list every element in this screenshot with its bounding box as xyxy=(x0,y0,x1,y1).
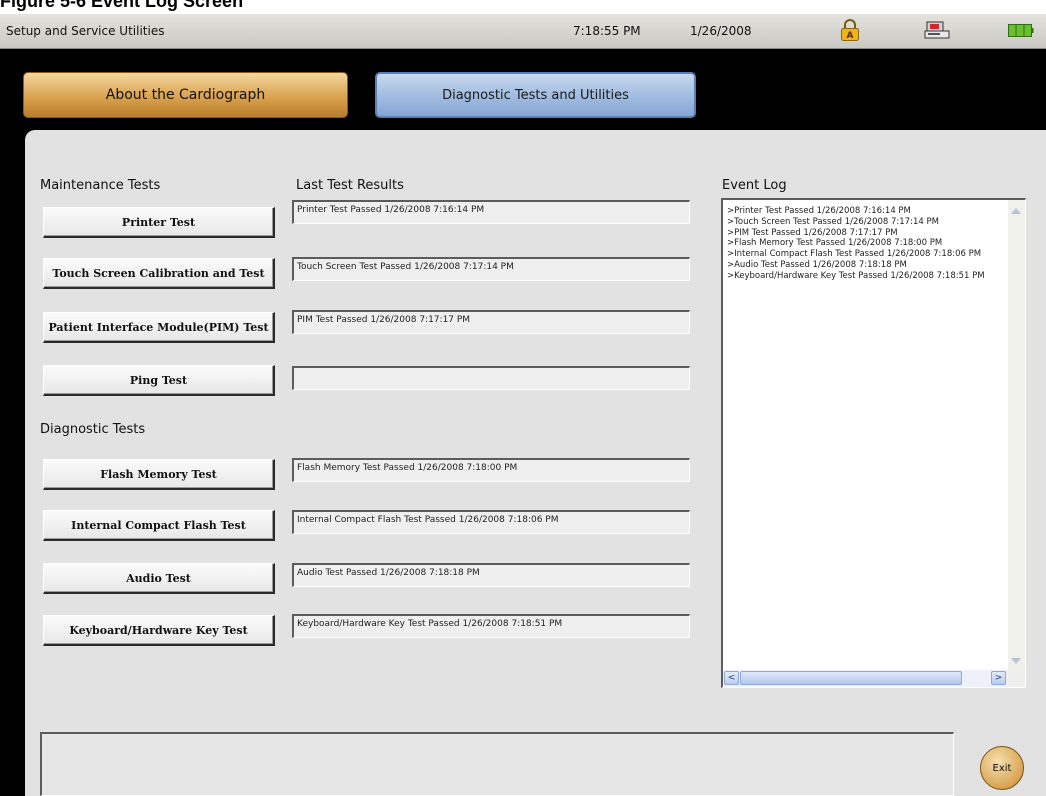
cardiograph-screen: Setup and Service Utilities 7:18:55 PM 1… xyxy=(0,14,1046,796)
audio-test-result: Audio Test Passed 1/26/2008 7:18:18 PM xyxy=(292,563,690,587)
event-log-entry: >Flash Memory Test Passed 1/26/2008 7:18… xyxy=(727,238,943,249)
resize-grip-icon xyxy=(1008,670,1025,687)
pim-test-result: PIM Test Passed 1/26/2008 7:17:17 PM xyxy=(292,310,690,334)
flash-memory-test-button[interactable]: Flash Memory Test xyxy=(43,459,275,490)
scroll-down-arrow-icon[interactable] xyxy=(1011,658,1021,664)
clock-time: 7:18:55 PM xyxy=(573,24,641,38)
internal-compact-flash-test-button[interactable]: Internal Compact Flash Test xyxy=(43,510,275,541)
flash-memory-test-result: Flash Memory Test Passed 1/26/2008 7:18:… xyxy=(292,458,690,482)
ping-test-result xyxy=(292,366,690,390)
lock-icon: A xyxy=(841,19,859,41)
event-log-heading: Event Log xyxy=(722,178,787,193)
ping-test-button[interactable]: Ping Test xyxy=(43,365,275,396)
svg-text:A: A xyxy=(847,31,854,41)
keyboard-hardware-key-test-result: Keyboard/Hardware Key Test Passed 1/26/2… xyxy=(292,614,690,638)
scroll-up-arrow-icon[interactable] xyxy=(1011,208,1021,214)
event-log-entry: >Touch Screen Test Passed 1/26/2008 7:17… xyxy=(727,216,939,227)
diagnostic-tests-heading: Diagnostic Tests xyxy=(40,422,146,437)
status-bar: Setup and Service Utilities 7:18:55 PM 1… xyxy=(0,14,1046,49)
event-log-entry: >Internal Compact Flash Test Passed 1/26… xyxy=(727,249,982,260)
horizontal-scroll-thumb[interactable] xyxy=(740,671,962,685)
diagnostics-panel: Maintenance Tests Last Test Results Even… xyxy=(25,130,1046,796)
event-log-entries: >Printer Test Passed 1/26/2008 7:16:14 P… xyxy=(727,206,1005,282)
figure-caption: Figure 5-6 Event Log Screen xyxy=(0,0,1046,14)
device-icon xyxy=(924,21,950,39)
pim-test-button[interactable]: Patient Interface Module(PIM) Test xyxy=(43,312,275,343)
status-message-box xyxy=(40,732,954,796)
last-test-results-heading: Last Test Results xyxy=(296,178,404,193)
event-log-horizontal-scrollbar[interactable]: < > xyxy=(723,670,1009,687)
touch-screen-test-result: Touch Screen Test Passed 1/26/2008 7:17:… xyxy=(292,257,690,281)
scroll-left-arrow-icon[interactable]: < xyxy=(724,671,739,685)
event-log-list[interactable]: >Printer Test Passed 1/26/2008 7:16:14 P… xyxy=(721,198,1026,688)
event-log-entry: >PIM Test Passed 1/26/2008 7:17:17 PM xyxy=(727,227,898,238)
event-log-entry: >Printer Test Passed 1/26/2008 7:16:14 P… xyxy=(727,206,911,216)
tab-about-cardiograph[interactable]: About the Cardiograph xyxy=(23,72,348,118)
event-log-entry: >Keyboard/Hardware Key Test Passed 1/26/… xyxy=(727,270,985,281)
internal-compact-flash-test-result: Internal Compact Flash Test Passed 1/26/… xyxy=(292,510,690,534)
figure-caption-text: Figure 5-6 Event Log Screen xyxy=(0,0,244,11)
clock-date: 1/26/2008 xyxy=(690,24,752,38)
audio-test-button[interactable]: Audio Test xyxy=(43,563,275,594)
screen-title: Setup and Service Utilities xyxy=(6,24,165,38)
tab-diagnostic-tests-utilities[interactable]: Diagnostic Tests and Utilities xyxy=(375,72,696,118)
exit-button[interactable]: Exit xyxy=(980,746,1024,790)
scroll-right-arrow-icon[interactable]: > xyxy=(991,671,1006,685)
keyboard-hardware-key-test-button[interactable]: Keyboard/Hardware Key Test xyxy=(43,615,275,646)
event-log-entry: >Audio Test Passed 1/26/2008 7:18:18 PM xyxy=(727,259,907,270)
maintenance-tests-heading: Maintenance Tests xyxy=(40,178,161,193)
touch-screen-test-button[interactable]: Touch Screen Calibration and Test xyxy=(43,258,275,289)
printer-test-result: Printer Test Passed 1/26/2008 7:16:14 PM xyxy=(292,200,690,224)
battery-icon xyxy=(1008,24,1034,37)
printer-test-button[interactable]: Printer Test xyxy=(43,207,275,238)
event-log-vertical-scrollbar[interactable] xyxy=(1008,200,1025,670)
